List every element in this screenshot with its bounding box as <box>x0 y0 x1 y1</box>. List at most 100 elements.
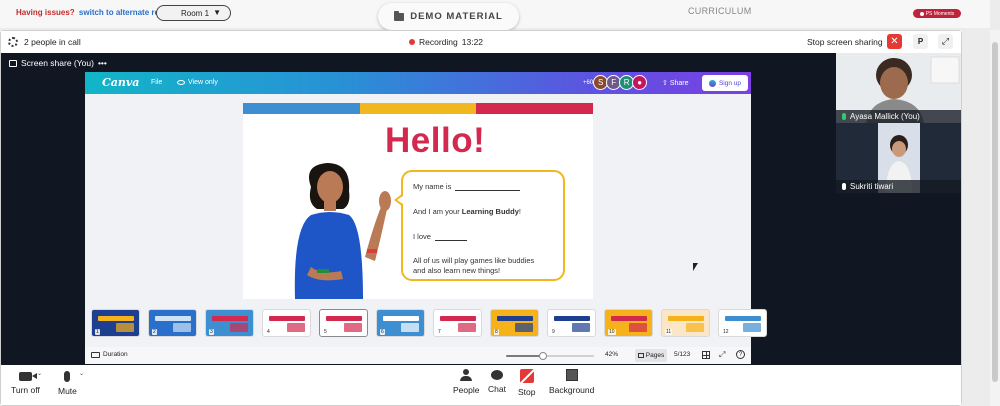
speech-text: And I am your <box>413 207 460 216</box>
page-thumbnail[interactable]: 4 <box>262 309 311 337</box>
ps-moments-label: PS Moments <box>925 10 955 17</box>
canva-icon <box>708 79 716 87</box>
participant-tile-remote[interactable]: Sukriti tiwari <box>836 123 961 193</box>
thumbnail-accent <box>440 316 476 321</box>
page-thumbnail[interactable]: 3 <box>205 309 254 337</box>
caret-down-icon: ▼ <box>213 8 221 17</box>
people-button[interactable]: People <box>453 369 479 395</box>
demo-material-label: DEMO MATERIAL <box>410 11 503 22</box>
page-thumbnail[interactable]: 9 <box>547 309 596 337</box>
canva-footer: Duration 42% Pages 5/123 ⤢ ? <box>85 347 751 364</box>
chat-icon <box>490 370 503 380</box>
microphone-icon <box>64 371 71 382</box>
camera-options-chevron-icon[interactable]: ⌄ <box>37 370 42 377</box>
page-thumbnail[interactable]: 10 <box>604 309 653 337</box>
chat-button[interactable]: Chat <box>488 369 506 394</box>
thumbnail-number: 6 <box>380 329 385 335</box>
mic-options-chevron-icon[interactable]: ⌄ <box>79 370 84 377</box>
scrollbar-thumb[interactable] <box>992 42 998 382</box>
screen-share-title: Screen share (You) <box>21 58 94 68</box>
pages-button[interactable]: Pages <box>635 349 667 362</box>
page-thumbnails: 1 2 3 4 5 6 7 8 9 10 11 12 <box>91 309 767 338</box>
turn-off-label: Turn off <box>11 385 40 395</box>
thumbnail-accent <box>686 323 704 332</box>
background-button[interactable]: Background <box>549 369 594 395</box>
speech-text: and also learn new things! <box>413 266 501 275</box>
canva-share-button[interactable]: ⇧ Share <box>662 79 689 87</box>
thumbnail-accent <box>743 323 761 332</box>
canva-sign-up-button[interactable]: Sign up <box>702 75 748 91</box>
help-icon[interactable]: ? <box>736 350 745 359</box>
page-scrollbar[interactable] <box>990 30 1000 406</box>
call-header: 2 people in call Recording 13:22 Stop sc… <box>1 31 961 53</box>
ps-moments-icon <box>919 11 924 16</box>
page-thumbnail[interactable]: 2 <box>148 309 197 337</box>
ps-moments-button[interactable]: PS Moments <box>913 9 961 18</box>
speech-line-buddy: And I am your Learning Buddy! <box>413 207 521 216</box>
thumbnail-accent <box>668 316 704 321</box>
participant-tile-self[interactable]: Ayasa Mallick (You) <box>836 53 961 123</box>
p-button[interactable]: P <box>913 34 928 49</box>
grid-view-icon[interactable] <box>702 351 710 359</box>
thumbnail-accent <box>725 316 761 321</box>
call-toolbar: Turn off ⌄ Mute ⌄ People Chat Stop Backg… <box>1 365 961 405</box>
page-thumbnail[interactable]: 8 <box>490 309 539 337</box>
speech-text: My name is <box>413 182 452 191</box>
people-label: People <box>453 385 480 395</box>
page-thumbnail[interactable]: 12 <box>718 309 767 337</box>
recording-label: Recording <box>419 37 458 47</box>
room-select-value: Room 1 <box>181 8 210 18</box>
sign-up-label: Sign up <box>718 79 742 87</box>
issues-text: Having issues? <box>16 8 75 17</box>
page-thumbnail[interactable]: 1 <box>91 309 140 337</box>
duration-button[interactable]: Duration <box>91 351 128 358</box>
eye-icon <box>177 80 185 85</box>
duration-icon <box>91 351 100 358</box>
pages-icon <box>637 353 644 358</box>
background-label: Background <box>549 385 595 395</box>
avatar[interactable]: ● <box>632 75 648 90</box>
page-thumbnail[interactable]: 7 <box>433 309 482 337</box>
gear-icon[interactable] <box>8 37 18 47</box>
canva-file-menu[interactable]: File <box>151 79 162 86</box>
thumbnail-accent <box>554 316 590 321</box>
stop-share-button[interactable]: Stop <box>518 369 536 397</box>
participant-name-bar: Ayasa Mallick (You) <box>836 110 961 123</box>
stop-sharing-close-button[interactable]: ✕ <box>887 34 902 49</box>
canva-view-only[interactable]: View only <box>177 79 218 86</box>
canva-logo[interactable]: Canva <box>102 76 139 89</box>
thumbnail-accent <box>173 323 191 332</box>
page-thumbnail[interactable]: 5 <box>319 309 368 337</box>
expand-icon[interactable]: ⤢ <box>938 34 953 49</box>
thumbnail-accent <box>116 323 134 332</box>
participant-name-bar: Sukriti tiwari <box>836 180 961 193</box>
thumbnail-number: 8 <box>494 329 499 335</box>
fullscreen-icon[interactable]: ⤢ <box>719 351 725 359</box>
stop-sharing-icon <box>519 369 534 383</box>
recording-status: Recording 13:22 <box>409 37 483 47</box>
screen-share-stage: Screen share (You) ••• Canva File View o… <box>1 53 961 365</box>
room-select[interactable]: Room 1 ▼ <box>156 5 231 21</box>
speech-line-name: My name is <box>413 182 521 191</box>
page-thumbnail[interactable]: 6 <box>376 309 425 337</box>
mute-button[interactable]: Mute <box>58 369 77 396</box>
thumbnail-accent <box>212 316 248 321</box>
demo-material-tab[interactable]: DEMO MATERIAL <box>378 3 519 30</box>
video-call-app: Having issues? switch to alternate room … <box>0 0 1000 406</box>
thumbnail-number: 12 <box>722 329 730 335</box>
turn-off-camera-button[interactable]: Turn off <box>11 369 40 395</box>
teacher-illustration <box>294 163 391 299</box>
page-thumbnail[interactable]: 11 <box>661 309 710 337</box>
slide-canvas: Hello! My name is And I am your Learning… <box>243 103 593 299</box>
slide-stripe-yellow <box>360 103 476 114</box>
thumbnail-number: 5 <box>323 329 328 335</box>
call-window: 2 people in call Recording 13:22 Stop sc… <box>0 30 962 406</box>
speech-bold-text: Learning Buddy <box>461 207 519 216</box>
curriculum-tab[interactable]: CURRICULUM <box>688 6 752 16</box>
zoom-slider[interactable] <box>506 352 594 360</box>
thumbnail-accent <box>98 316 134 321</box>
page-count: 5/123 <box>674 351 691 358</box>
thumbnail-accent <box>326 316 362 321</box>
zoom-slider-handle[interactable] <box>538 352 547 360</box>
more-options-button[interactable]: ••• <box>98 58 107 68</box>
